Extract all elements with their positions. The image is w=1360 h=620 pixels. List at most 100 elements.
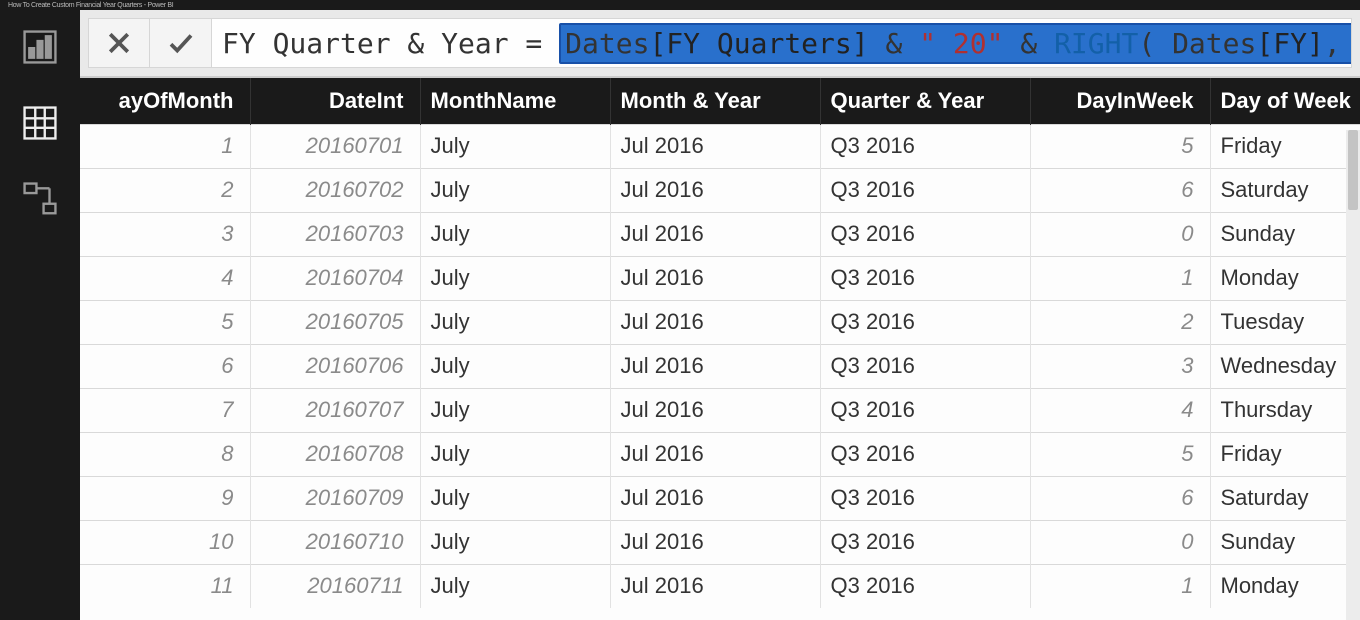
commit-formula-button[interactable] bbox=[150, 18, 212, 68]
cell-dayOfWeek: Friday bbox=[1210, 124, 1360, 168]
model-view-icon[interactable] bbox=[21, 180, 59, 218]
column-header-monthName[interactable]: MonthName bbox=[420, 78, 610, 124]
table-row[interactable]: 720160707JulyJul 2016Q3 20164Thursday bbox=[80, 388, 1360, 432]
table-row[interactable]: 620160706JulyJul 2016Q3 20163Wednesday bbox=[80, 344, 1360, 388]
equals-sign: = bbox=[509, 27, 560, 60]
cell-dateInt: 20160708 bbox=[250, 432, 420, 476]
cell-dayInWeek: 4 bbox=[1030, 388, 1210, 432]
table-row[interactable]: 320160703JulyJul 2016Q3 20160Sunday bbox=[80, 212, 1360, 256]
formula-token: & bbox=[869, 27, 920, 60]
cell-dayOfMonth: 11 bbox=[80, 564, 250, 608]
scrollbar-thumb[interactable] bbox=[1348, 130, 1358, 210]
formula-token: " 20" bbox=[919, 27, 1003, 60]
cell-dayInWeek: 1 bbox=[1030, 564, 1210, 608]
table-row[interactable]: 120160701JulyJul 2016Q3 20165Friday bbox=[80, 124, 1360, 168]
cell-dayInWeek: 3 bbox=[1030, 344, 1210, 388]
table-row[interactable]: 1120160711JulyJul 2016Q3 20161Monday bbox=[80, 564, 1360, 608]
table-body: 120160701JulyJul 2016Q3 20165Friday22016… bbox=[80, 124, 1360, 608]
cell-monthName: July bbox=[420, 212, 610, 256]
cell-dateInt: 20160709 bbox=[250, 476, 420, 520]
window-title-text: How To Create Custom Financial Year Quar… bbox=[8, 2, 173, 9]
cell-dateInt: 20160707 bbox=[250, 388, 420, 432]
formula-token: [FY] bbox=[1256, 27, 1323, 60]
cell-monthYear: Jul 2016 bbox=[610, 300, 820, 344]
column-header-dayOfWeek[interactable]: Day of Week bbox=[1210, 78, 1360, 124]
column-header-monthYear[interactable]: Month & Year bbox=[610, 78, 820, 124]
cell-monthYear: Jul 2016 bbox=[610, 344, 820, 388]
cell-dayOfMonth: 6 bbox=[80, 344, 250, 388]
table-row[interactable]: 1020160710JulyJul 2016Q3 20160Sunday bbox=[80, 520, 1360, 564]
cell-monthName: July bbox=[420, 344, 610, 388]
formula-token: & bbox=[1003, 27, 1054, 60]
cell-qtrYear: Q3 2016 bbox=[820, 124, 1030, 168]
cell-dayOfWeek: Sunday bbox=[1210, 212, 1360, 256]
cell-monthYear: Jul 2016 bbox=[610, 432, 820, 476]
cell-monthName: July bbox=[420, 256, 610, 300]
cell-dayOfMonth: 5 bbox=[80, 300, 250, 344]
cell-qtrYear: Q3 2016 bbox=[820, 432, 1030, 476]
cell-dayOfMonth: 2 bbox=[80, 168, 250, 212]
column-header-dateInt[interactable]: DateInt bbox=[250, 78, 420, 124]
table-row[interactable]: 820160708JulyJul 2016Q3 20165Friday bbox=[80, 432, 1360, 476]
cell-dayOfMonth: 9 bbox=[80, 476, 250, 520]
cell-dayInWeek: 6 bbox=[1030, 168, 1210, 212]
formula-token: [FY Quarters] bbox=[649, 27, 868, 60]
cell-dateInt: 20160711 bbox=[250, 564, 420, 608]
data-grid[interactable]: ayOfMonthDateIntMonthNameMonth & YearQua… bbox=[80, 76, 1360, 620]
content-area: FY Quarter & Year = Dates[FY Quarters] &… bbox=[80, 10, 1360, 620]
table-row[interactable]: 420160704JulyJul 2016Q3 20161Monday bbox=[80, 256, 1360, 300]
table-row[interactable]: 520160705JulyJul 2016Q3 20162Tuesday bbox=[80, 300, 1360, 344]
app-root: How To Create Custom Financial Year Quar… bbox=[0, 0, 1360, 620]
main-area: FY Quarter & Year = Dates[FY Quarters] &… bbox=[0, 10, 1360, 620]
table-row[interactable]: 920160709JulyJul 2016Q3 20166Saturday bbox=[80, 476, 1360, 520]
cell-dayInWeek: 2 bbox=[1030, 300, 1210, 344]
cell-dateInt: 20160703 bbox=[250, 212, 420, 256]
cell-monthName: July bbox=[420, 168, 610, 212]
table-header-row: ayOfMonthDateIntMonthNameMonth & YearQua… bbox=[80, 78, 1360, 124]
cell-dayOfWeek: Saturday bbox=[1210, 476, 1360, 520]
cell-dayOfMonth: 1 bbox=[80, 124, 250, 168]
cell-dateInt: 20160705 bbox=[250, 300, 420, 344]
formula-token: Dates bbox=[565, 27, 649, 60]
cell-dayOfMonth: 8 bbox=[80, 432, 250, 476]
cell-dayOfWeek: Thursday bbox=[1210, 388, 1360, 432]
cell-dayOfWeek: Friday bbox=[1210, 432, 1360, 476]
cell-dayOfWeek: Sunday bbox=[1210, 520, 1360, 564]
cell-dayOfWeek: Monday bbox=[1210, 256, 1360, 300]
cell-qtrYear: Q3 2016 bbox=[820, 300, 1030, 344]
cell-dayOfWeek: Wednesday bbox=[1210, 344, 1360, 388]
vertical-scrollbar[interactable] bbox=[1346, 130, 1360, 620]
cell-dayOfMonth: 3 bbox=[80, 212, 250, 256]
cell-qtrYear: Q3 2016 bbox=[820, 564, 1030, 608]
cell-dateInt: 20160704 bbox=[250, 256, 420, 300]
cell-monthYear: Jul 2016 bbox=[610, 520, 820, 564]
view-sidebar bbox=[0, 10, 80, 620]
column-header-qtrYear[interactable]: Quarter & Year bbox=[820, 78, 1030, 124]
cell-qtrYear: Q3 2016 bbox=[820, 388, 1030, 432]
column-header-dayInWeek[interactable]: DayInWeek bbox=[1030, 78, 1210, 124]
cell-monthYear: Jul 2016 bbox=[610, 256, 820, 300]
column-header-dayOfMonth[interactable]: ayOfMonth bbox=[80, 78, 250, 124]
report-view-icon[interactable] bbox=[21, 28, 59, 66]
data-view-icon[interactable] bbox=[21, 104, 59, 142]
cell-qtrYear: Q3 2016 bbox=[820, 212, 1030, 256]
cancel-formula-button[interactable] bbox=[88, 18, 150, 68]
formula-expression-highlight: Dates[FY Quarters] & " 20" & RIGHT( Date… bbox=[559, 23, 1352, 64]
formula-bar: FY Quarter & Year = Dates[FY Quarters] &… bbox=[80, 10, 1360, 76]
cell-qtrYear: Q3 2016 bbox=[820, 476, 1030, 520]
cell-qtrYear: Q3 2016 bbox=[820, 520, 1030, 564]
cell-dateInt: 20160706 bbox=[250, 344, 420, 388]
cell-dateInt: 20160702 bbox=[250, 168, 420, 212]
cell-monthName: July bbox=[420, 124, 610, 168]
cell-monthName: July bbox=[420, 300, 610, 344]
cell-qtrYear: Q3 2016 bbox=[820, 256, 1030, 300]
formula-editor[interactable]: FY Quarter & Year = Dates[FY Quarters] &… bbox=[212, 18, 1352, 68]
cell-monthName: July bbox=[420, 388, 610, 432]
cell-dayInWeek: 0 bbox=[1030, 212, 1210, 256]
cell-dayOfWeek: Saturday bbox=[1210, 168, 1360, 212]
cell-dayOfMonth: 7 bbox=[80, 388, 250, 432]
cell-monthYear: Jul 2016 bbox=[610, 388, 820, 432]
table-row[interactable]: 220160702JulyJul 2016Q3 20166Saturday bbox=[80, 168, 1360, 212]
cell-monthName: July bbox=[420, 432, 610, 476]
cell-dayInWeek: 1 bbox=[1030, 256, 1210, 300]
